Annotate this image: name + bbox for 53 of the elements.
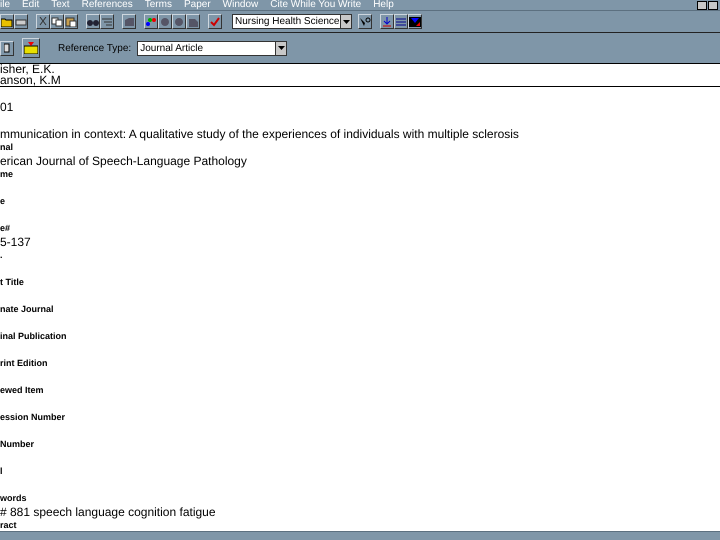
field-value[interactable]: mmunication in context: A qualitative study of the experiences of individuals with multiple sclerosis	[0, 127, 519, 141]
field-label: ract	[0, 520, 17, 530]
field-label: e	[0, 196, 6, 206]
menu-item[interactable]: Cite While You Write	[270, 0, 362, 10]
help-icon[interactable]	[358, 14, 372, 29]
list-icon[interactable]	[100, 14, 114, 29]
copy-icon[interactable]	[50, 14, 64, 29]
page-icon[interactable]	[122, 14, 136, 29]
library-dropdown[interactable]: Nursing Health Science	[232, 14, 352, 29]
field-label: e#	[0, 223, 10, 233]
spellcheck-icon[interactable]	[208, 14, 222, 29]
menu-item[interactable]: References	[82, 0, 133, 10]
field-label: ession Number	[0, 412, 66, 422]
author-name: anson, K.M	[0, 75, 62, 86]
menu-item[interactable]: Edit	[22, 0, 40, 10]
field-label: me	[0, 169, 14, 179]
binoculars-icon[interactable]	[86, 14, 100, 29]
menu-item[interactable]: Terms	[144, 0, 172, 10]
format-icon[interactable]	[394, 14, 408, 29]
field-label: ewed Item	[0, 385, 44, 395]
flag-icon[interactable]	[408, 14, 422, 29]
field-label: words	[0, 493, 27, 503]
field-value[interactable]: erican Journal of Speech-Language Pathology	[0, 154, 247, 168]
menu-item[interactable]: Text	[51, 0, 70, 10]
field-label: .	[0, 250, 3, 260]
field-label: rint Edition	[0, 358, 48, 368]
maximize-button[interactable]	[708, 1, 718, 10]
network-icon[interactable]	[144, 14, 158, 29]
scissors-icon[interactable]	[36, 14, 50, 29]
field-value[interactable]: # 881 speech language cognition fatigue	[0, 505, 216, 519]
download-icon[interactable]	[380, 14, 394, 29]
field-label: t Title	[0, 277, 24, 287]
minimize-button[interactable]	[697, 1, 707, 10]
field-label: inal Publication	[0, 331, 67, 341]
caret-icon	[342, 20, 350, 24]
field-label: nate Journal	[0, 304, 54, 314]
reference-type-dropdown[interactable]: Journal Article	[137, 40, 288, 56]
reference-type-label: Reference Type:	[58, 42, 132, 54]
caret-icon	[278, 46, 285, 50]
open-folder-icon[interactable]	[0, 14, 14, 29]
menu-item[interactable]: Window	[222, 0, 258, 10]
author-name: isher, E.K.	[0, 64, 55, 75]
menu-item[interactable]: ile	[0, 0, 10, 10]
menu-item[interactable]: Paper	[184, 0, 211, 10]
page-icon[interactable]	[186, 14, 200, 29]
menu-item[interactable]: Help	[373, 0, 394, 10]
field-label: nal	[0, 142, 14, 152]
field-value[interactable]: 01	[0, 100, 14, 114]
field-label: l	[0, 466, 3, 476]
paste-icon[interactable]	[64, 14, 78, 29]
authors-field[interactable]: isher, E.K. anson, K.M	[0, 64, 720, 87]
field-label: Number	[0, 439, 34, 449]
field-value[interactable]: 5-137	[0, 235, 31, 249]
